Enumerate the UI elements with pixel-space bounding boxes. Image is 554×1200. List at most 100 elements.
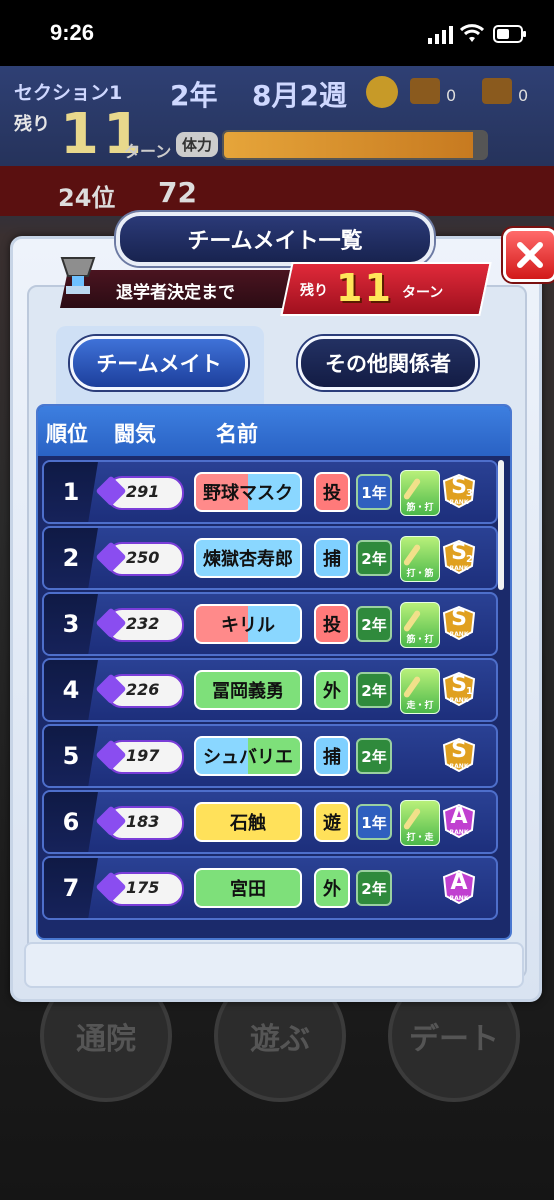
spirit-value: 291 — [126, 482, 160, 501]
bat-icon — [402, 807, 422, 831]
bat-icon — [402, 609, 422, 633]
graduation-banner: 退学者決定まで 残り 11 ターン — [59, 262, 492, 316]
rank-letter: A — [450, 870, 468, 895]
list-header: 順位 闘気 名前 — [38, 406, 510, 456]
rank-sub: 3 — [466, 488, 473, 499]
training-icon: 打・走 — [400, 800, 440, 846]
rank-word: RANK — [449, 829, 469, 836]
status-time: 9:26 — [50, 20, 95, 45]
position-badge: 捕 — [314, 538, 350, 578]
bat-icon — [402, 675, 422, 699]
row-rank: 1 — [44, 462, 98, 522]
row-rank: 6 — [44, 792, 98, 852]
grade-badge: 2年 — [356, 540, 392, 576]
rank-badge: S RANK — [442, 737, 476, 773]
spirit-badge: 175 — [95, 871, 184, 906]
header-rank: 順位 — [46, 422, 88, 446]
position-badge: 捕 — [314, 736, 350, 776]
position-badge: 遊 — [314, 802, 350, 842]
tab-teammates[interactable]: チームメイト — [70, 336, 248, 390]
grade-badge: 2年 — [356, 738, 392, 774]
row-rank: 7 — [44, 858, 98, 918]
rank-letter: S — [451, 738, 467, 763]
training-label: 筋・打 — [406, 635, 434, 645]
hud-week: 8月2週 — [252, 79, 347, 112]
treasure-chest-icon — [482, 78, 512, 104]
grade-badge: 2年 — [356, 870, 392, 906]
teammate-row[interactable]: 4 226 冨岡義勇外 2年 走・打 S 1 RANK — [42, 658, 498, 722]
spirit-value: 183 — [126, 812, 160, 831]
mood-face-icon — [366, 76, 398, 108]
rank-badge: S 1 RANK — [442, 671, 476, 707]
training-icon: 筋・打 — [400, 602, 440, 648]
hud-stamina-label: 体力 — [176, 132, 219, 157]
training-label: 打・走 — [406, 833, 434, 843]
spirit-value: 197 — [126, 746, 160, 765]
player-name: 石触 — [194, 802, 302, 842]
player-name: キリル — [194, 604, 302, 644]
spirit-gem-icon — [95, 607, 127, 639]
graduation-turns: 11 — [336, 266, 393, 310]
teammate-row[interactable]: 5 197 シュバリエ捕 2年 S RANK — [42, 724, 498, 788]
player-name: シュバリエ — [194, 736, 302, 776]
rank-badge: A RANK — [442, 803, 476, 839]
bat-icon — [402, 477, 422, 501]
rank-badge: S 2 RANK — [442, 539, 476, 575]
teammate-list[interactable]: 順位 闘気 名前 1 291 野球マスク投 1年 筋・打 S 3 RANK 2 250 煉獄杏寿郎捕… — [36, 404, 512, 940]
training-icon: 筋・打 — [400, 470, 440, 516]
wifi-icon — [460, 24, 484, 42]
rank-sub: 1 — [466, 686, 473, 697]
position-badge: 投 — [314, 604, 350, 644]
teammate-row[interactable]: 3 232 キリル投 2年筋・打 S RANK — [42, 592, 498, 656]
player-name: 宮田 — [194, 868, 302, 908]
training-icon: 打・筋 — [400, 536, 440, 582]
spirit-value: 175 — [126, 878, 160, 897]
close-button[interactable] — [503, 228, 554, 282]
rank-badge: S RANK — [442, 605, 476, 641]
stamina-bar — [222, 130, 488, 160]
rank-word: RANK — [449, 565, 469, 572]
hud-remain-label: 残り — [14, 114, 50, 135]
tab-teammates-label: チームメイト — [96, 352, 222, 376]
hud-chest1-count: 0 — [446, 86, 457, 105]
grade-badge: 2年 — [356, 672, 392, 708]
rank-badge: S 3 RANK — [442, 473, 476, 509]
rank-badge: A RANK — [442, 869, 476, 905]
row-rank: 2 — [44, 528, 98, 588]
grade-badge: 2年 — [356, 606, 392, 642]
treasure-chest-icon — [410, 78, 440, 104]
training-label: 走・打 — [406, 701, 434, 711]
grade-badge: 1年 — [356, 474, 392, 510]
rank-word: RANK — [449, 631, 469, 638]
modal-title: チームメイト一覧 — [116, 212, 434, 266]
spirit-gem-icon — [95, 475, 127, 507]
training-label: 筋・打 — [406, 503, 434, 513]
player-name: 野球マスク — [194, 472, 302, 512]
rank-sub: 2 — [466, 554, 473, 565]
play-button-label: 遊ぶ — [250, 1022, 310, 1057]
teammate-row[interactable]: 1 291 野球マスク投 1年筋・打 S 3 RANK — [42, 460, 498, 524]
battery-icon — [493, 25, 526, 43]
training-label: 打・筋 — [406, 569, 434, 579]
position-badge: 投 — [314, 472, 350, 512]
hud-section: セクション1 — [14, 82, 123, 104]
spirit-value: 250 — [126, 548, 160, 567]
teammate-row[interactable]: 2 250 煉獄杏寿郎捕 2年打・筋 S 2 RANK — [42, 526, 498, 590]
player-name: 冨岡義勇 — [194, 670, 302, 710]
hud-turn-label: ターン — [124, 142, 172, 161]
hud-spirit: 72 — [158, 176, 197, 209]
row-rank: 3 — [44, 594, 98, 654]
teammate-row[interactable]: 7 175 宮田外 2年 A RANK — [42, 856, 498, 920]
teammate-row[interactable]: 6 183 石触遊 1年 打・走 A RANK — [42, 790, 498, 854]
header-spirit: 闘気 — [114, 422, 156, 446]
position-badge: 外 — [314, 670, 350, 710]
player-name: 煉獄杏寿郎 — [194, 538, 302, 578]
tab-others[interactable]: その他関係者 — [298, 336, 478, 390]
rank-word: RANK — [449, 499, 469, 506]
modal-footer — [24, 942, 524, 988]
scrollbar[interactable] — [498, 460, 504, 590]
bat-icon — [402, 543, 422, 567]
graduation-label: 退学者決定まで — [116, 283, 235, 303]
spirit-badge: 232 — [95, 607, 184, 642]
hud-chest2-count: 0 — [518, 86, 529, 105]
